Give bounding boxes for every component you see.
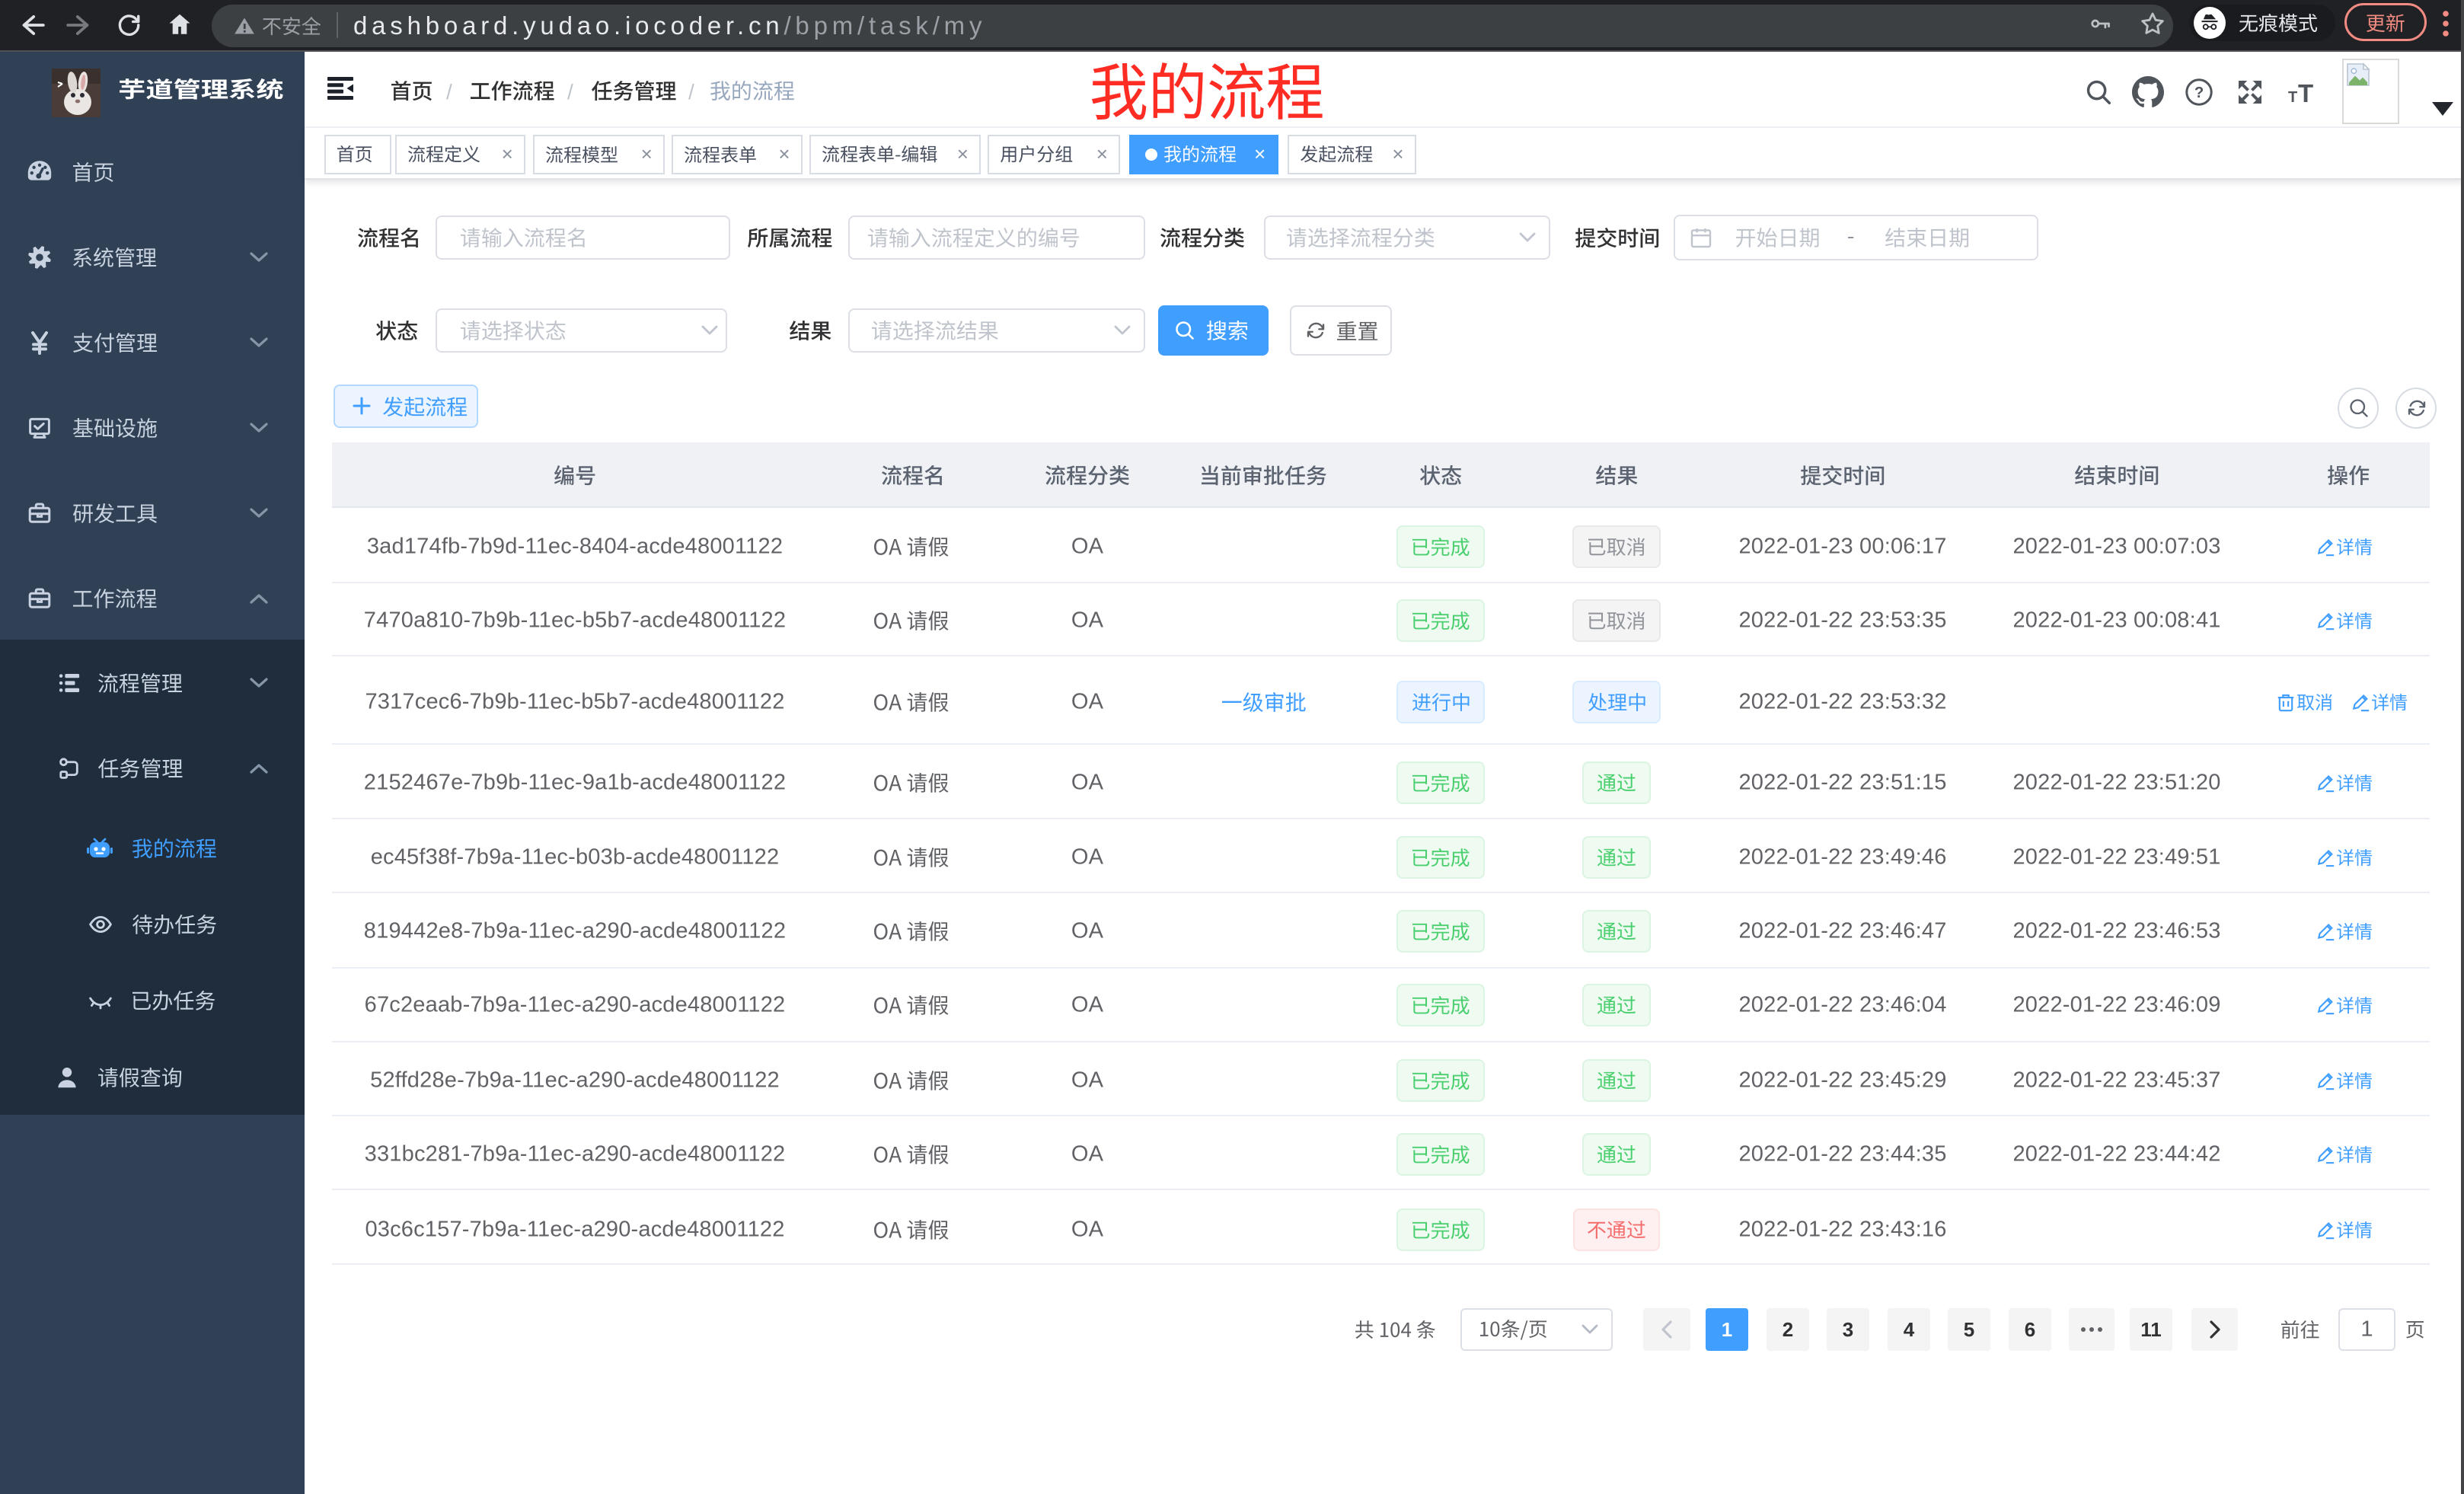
svg-text:T: T: [2288, 89, 2297, 105]
svg-text:T: T: [2298, 79, 2313, 105]
svg-text:?: ?: [2194, 85, 2203, 101]
